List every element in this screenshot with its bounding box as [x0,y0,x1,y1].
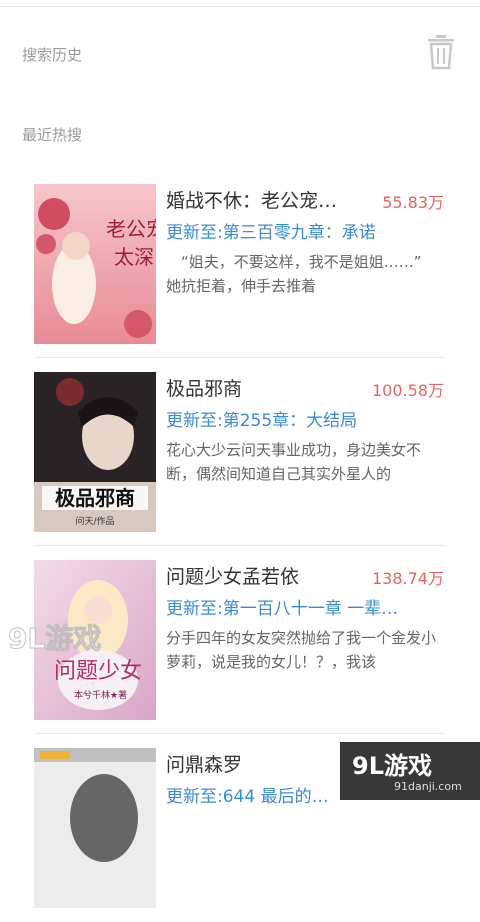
book-description: 分手四年的女友突然抛给了我一个金发小萝莉，说是我的女儿！？，我该 [166,629,437,671]
hot-search-list: 老公宠 太深 婚战不休：老公宠… 55.83万 更新至:第三百零九章：承诺 “姐… [0,170,480,922]
hot-searches-title: 最近热搜 [22,126,83,144]
svg-text:极品邪商: 极品邪商 [55,486,135,510]
book-item[interactable]: 极品邪商 问天/作品 极品邪商 100.58万 更新至:第255章：大结局 花心… [0,358,480,546]
read-count: 55.83万 [382,193,444,212]
book-cover[interactable] [34,748,156,908]
book-title[interactable]: 婚战不休：老公宠… [166,186,366,213]
book-item[interactable]: 老公宠 太深 婚战不休：老公宠… 55.83万 更新至:第三百零九章：承诺 “姐… [0,170,480,358]
top-divider [0,6,480,7]
book-title[interactable]: 问题少女孟若依 [166,562,366,589]
latest-chapter[interactable]: 更新至:第一百八十一章 一辈… [166,594,446,619]
book-description: “姐夫，不要这样，我不是姐姐……” 她抗拒着，伸手去推着 [166,253,448,295]
watermark-url: 91danji.com [394,780,462,793]
book-description: 花心大少云问天事业成功，身边美女不断，偶然间知道自己其实外星人的 [166,441,422,483]
svg-text:老公宠: 老公宠 [106,217,156,241]
watermark-logo-right: 9L游戏 91danji.com [340,742,480,800]
watermark-logo-left: 9L游戏 [8,622,102,656]
search-history-title: 搜索历史 [22,46,83,64]
svg-text:问题少女: 问题少女 [54,659,142,684]
read-count: 100.58万 [372,381,444,400]
svg-text:问天/作品: 问天/作品 [75,515,114,527]
book-cover[interactable]: 极品邪商 问天/作品 [34,372,156,532]
read-count: 138.74万 [372,569,444,588]
svg-text:太深: 太深 [114,245,154,269]
book-title[interactable]: 极品邪商 [166,374,366,401]
trash-icon[interactable] [424,34,458,70]
latest-chapter[interactable]: 更新至:第三百零九章：承诺 [166,218,446,243]
watermark-logo-text: 9L游戏 [352,752,432,780]
book-cover[interactable]: 老公宠 太深 [34,184,156,344]
book-title[interactable]: 问鼎森罗 [166,750,366,777]
svg-text:9L游戏: 9L游戏 [8,622,101,655]
latest-chapter[interactable]: 更新至:第255章：大结局 [166,406,446,431]
svg-text:本兮千林★著: 本兮千林★著 [74,689,127,701]
